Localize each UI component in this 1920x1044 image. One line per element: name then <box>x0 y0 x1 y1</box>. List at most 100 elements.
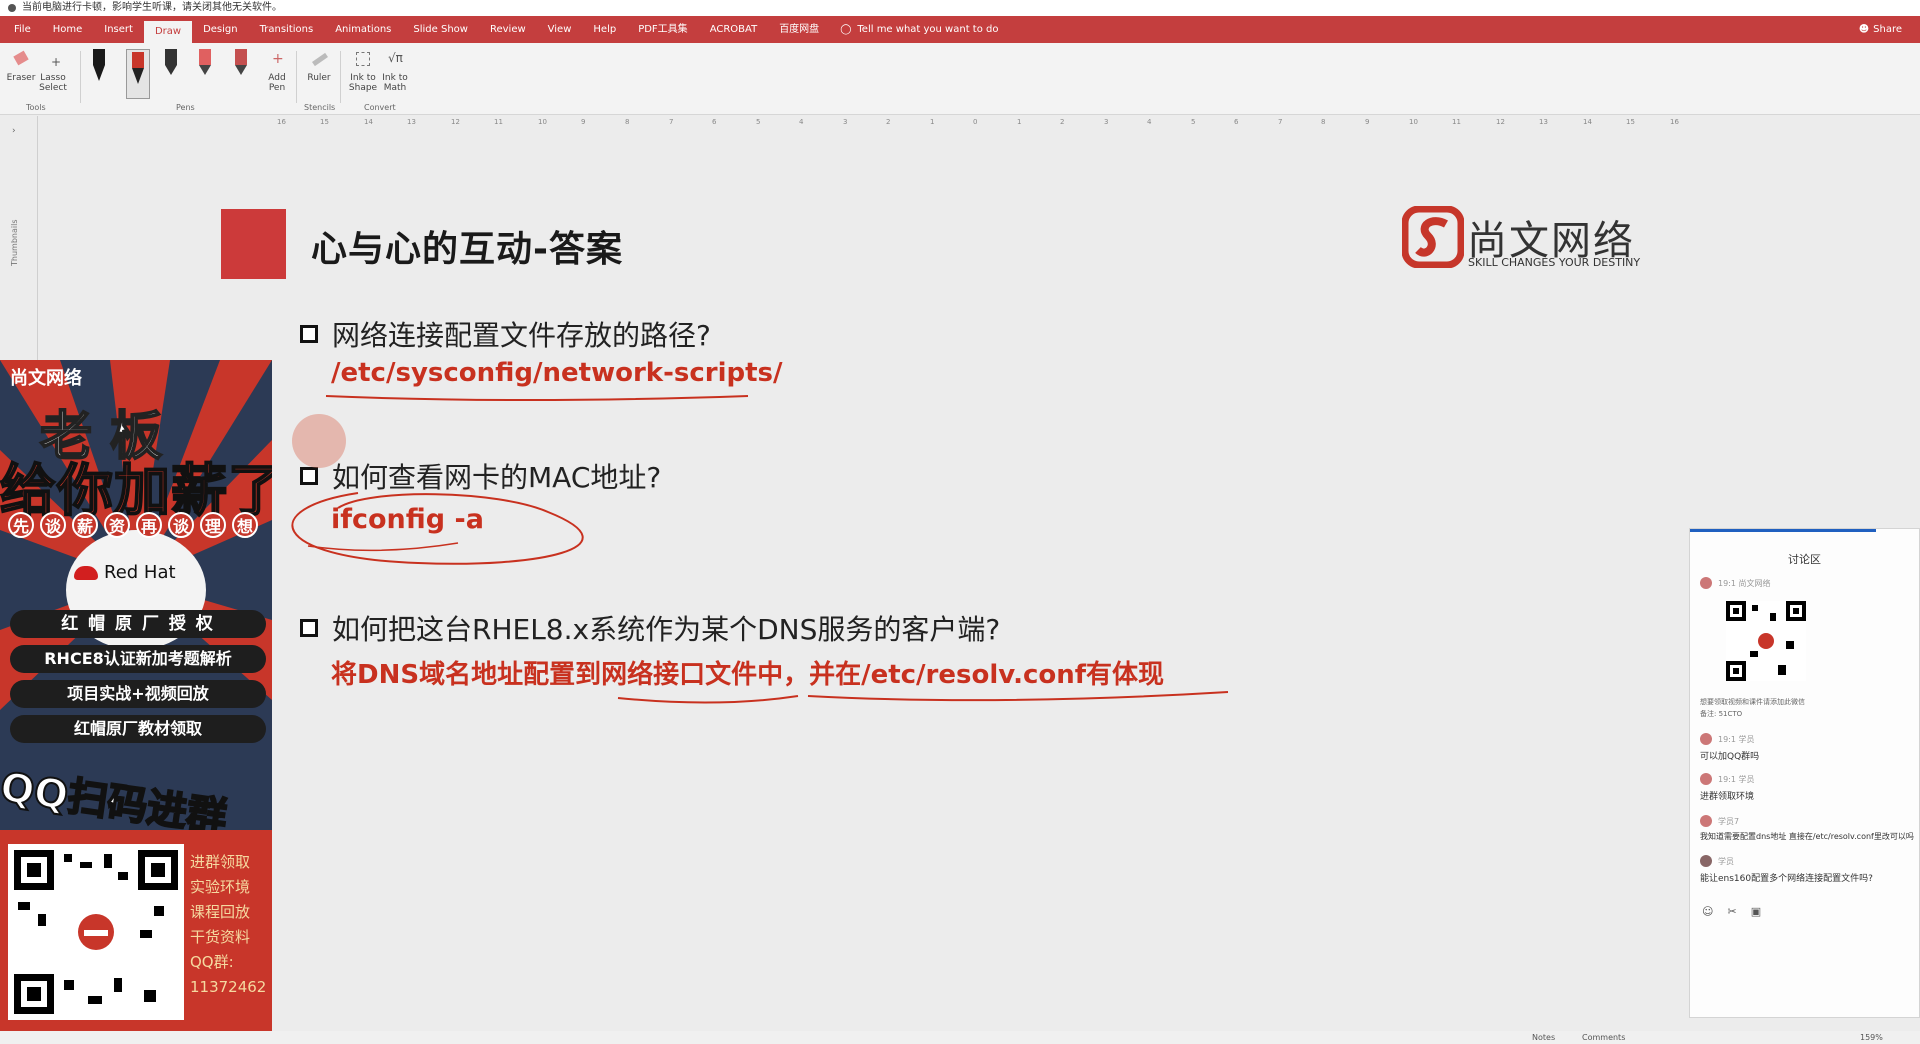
tab-view[interactable]: View <box>537 16 583 43</box>
chat-message: 19:1 学员 可以加QQ群吗 <box>1700 733 1920 762</box>
question-3: 如何把这台RHEL8.x系统作为某个DNS服务的客户端? <box>300 608 1000 648</box>
message-text: 可以加QQ群吗 <box>1700 752 1760 762</box>
eraser-button[interactable]: Eraser <box>4 49 38 83</box>
ruler-icon <box>310 49 328 71</box>
answer-1: /etc/sysconfig/network-scripts/ <box>331 358 783 388</box>
status-bar: Notes Comments 159% <box>0 1031 1920 1044</box>
ruler-tick: 4 <box>799 118 804 126</box>
tab-animations[interactable]: Animations <box>324 16 402 43</box>
highlighter-red[interactable] <box>234 49 248 89</box>
chat-message: 19:1 尚文网络 <box>1700 577 1920 589</box>
side-line: 干货资料 <box>190 928 251 946</box>
scissors-icon[interactable]: ✂ <box>1727 905 1736 918</box>
ink-to-math-button[interactable]: √π Ink to Math <box>378 49 412 93</box>
discussion-panel[interactable]: 讨论区 19:1 尚文网络 想要领取视频和课件请添加此微信 备注: 51CTO … <box>1689 528 1920 1018</box>
tab-home[interactable]: Home <box>42 16 94 43</box>
tab-insert[interactable]: Insert <box>93 16 144 43</box>
ribbon-draw-panel: Eraser + Lasso Select Tools Pens + Add P… <box>0 43 1920 115</box>
slogan-char: 理 <box>200 512 226 538</box>
tab-slide-show[interactable]: Slide Show <box>402 16 479 43</box>
chat-message: 想要领取视频和课件请添加此微信 备注: 51CTO <box>1700 693 1920 719</box>
ruler-tick: 6 <box>1234 118 1239 126</box>
tab-file[interactable]: File <box>0 16 42 43</box>
ruler-tick: 14 <box>1583 118 1592 126</box>
qr-code[interactable] <box>8 844 184 1020</box>
slide-canvas[interactable]: 心与心的互动-答案 尚文网络 SKILL CHANGES YOUR DESTIN… <box>218 128 1698 1033</box>
tab-acrobat[interactable]: ACROBAT <box>699 16 769 43</box>
message-meta: 19:1 学员 <box>1718 734 1755 744</box>
chevron-right-icon[interactable]: › <box>12 126 16 136</box>
message-text: 进群领取环境 <box>1700 792 1755 802</box>
pen-icon <box>165 49 177 65</box>
question-2-text: 如何查看网卡的MAC地址? <box>332 461 662 494</box>
add-pen-button[interactable]: + Add Pen <box>260 49 294 93</box>
smile-icon[interactable]: ☺ <box>1702 905 1713 918</box>
zoom-level[interactable]: 159% <box>1860 1033 1883 1042</box>
message-meta: 19:1 尚文网络 <box>1718 578 1771 588</box>
notice-bar: 当前电脑进行卡顿，影响学生听课，请关闭其他无关软件。 <box>0 0 1920 16</box>
question-1: 网络连接配置文件存放的路径? <box>300 314 711 354</box>
image-icon[interactable]: ▣ <box>1751 905 1761 918</box>
slogan-char: 谈 <box>40 512 66 538</box>
promo-bar-2: RHCE8认证新加考题解析 <box>10 645 266 673</box>
share-button[interactable]: ☻ Share <box>1859 24 1920 35</box>
tab-draw[interactable]: Draw <box>143 21 193 43</box>
notes-button[interactable]: Notes <box>1532 1033 1555 1042</box>
ruler-tick: 1 <box>930 118 935 126</box>
promo-overlay[interactable]: 尚文网络 老板 给你加薪了 先 谈 薪 资 再 谈 理 想 Red Hat 红 … <box>0 360 272 1044</box>
side-line: QQ群: <box>190 953 234 971</box>
tab-review[interactable]: Review <box>479 16 537 43</box>
tab-pdf-tools[interactable]: PDF工具集 <box>627 16 698 43</box>
ruler-tick: 9 <box>581 118 586 126</box>
ruler-tick: 5 <box>756 118 761 126</box>
tab-baidu-netdisk[interactable]: 百度网盘 <box>768 16 830 43</box>
thumbnails-pane[interactable]: › Thumbnails <box>0 116 38 366</box>
company-logo: 尚文网络 SKILL CHANGES YOUR DESTINY <box>1402 206 1662 276</box>
ruler-tick: 12 <box>1496 118 1505 126</box>
lightbulb-icon: ◯ <box>840 24 852 35</box>
promo-side-text: 进群领取 实验环境 课程回放 干货资料 QQ群: 11372462 <box>190 850 270 1000</box>
highlighter-pink[interactable] <box>198 49 212 89</box>
tell-me-search[interactable]: ◯ Tell me what you want to do <box>830 24 998 35</box>
avatar <box>1700 855 1712 867</box>
pen-dark[interactable] <box>164 49 178 89</box>
ink-to-shape-button[interactable]: Ink to Shape <box>346 49 380 93</box>
message-meta: 19:1 学员 <box>1718 774 1755 784</box>
powerpoint-window: 当前电脑进行卡顿，影响学生听课，请关闭其他无关软件。 File Home Ins… <box>0 0 1920 1044</box>
ruler-tick: 11 <box>1452 118 1461 126</box>
side-line: 11372462 <box>190 978 267 996</box>
ribbon-divider <box>340 51 341 103</box>
title-accent-block <box>221 209 286 279</box>
promo-bar-3: 项目实战+视频回放 <box>10 680 266 708</box>
message-meta: 学员7 <box>1718 816 1740 826</box>
answer-2: ifconfig -a <box>331 504 484 535</box>
ruler-tick: 3 <box>843 118 848 126</box>
ruler-tick: 5 <box>1191 118 1196 126</box>
ruler-tick: 13 <box>407 118 416 126</box>
lasso-label: Lasso Select <box>39 73 67 93</box>
ruler-button[interactable]: Ruler <box>302 49 336 83</box>
ruler-tick: 0 <box>973 118 978 126</box>
pens-group-label: Pens <box>176 103 195 112</box>
redhat-label: Red Hat <box>104 562 176 583</box>
pen-black[interactable] <box>92 49 106 89</box>
ruler-label: Ruler <box>307 73 331 83</box>
avatar <box>1700 773 1712 785</box>
thumbnails-label: Thumbnails <box>10 219 19 266</box>
tab-design[interactable]: Design <box>192 16 249 43</box>
lasso-select-button[interactable]: + Lasso Select <box>36 49 70 93</box>
side-line: 实验环境 <box>190 878 251 896</box>
chat-qr-code <box>1726 601 1806 681</box>
pen-red-selected[interactable] <box>126 49 150 99</box>
tab-transitions[interactable]: Transitions <box>249 16 325 43</box>
ruler-tick: 10 <box>538 118 547 126</box>
stencils-group-label: Stencils <box>304 103 336 112</box>
ruler-tick: 12 <box>451 118 460 126</box>
tab-help[interactable]: Help <box>582 16 627 43</box>
checkbox-icon <box>300 325 318 343</box>
add-pen-icon: + <box>272 51 284 67</box>
comments-button[interactable]: Comments <box>1582 1033 1625 1042</box>
ink-to-shape-icon <box>354 49 372 71</box>
ruler-tick: 2 <box>1060 118 1065 126</box>
ink-to-shape-label: Ink to Shape <box>348 73 378 93</box>
